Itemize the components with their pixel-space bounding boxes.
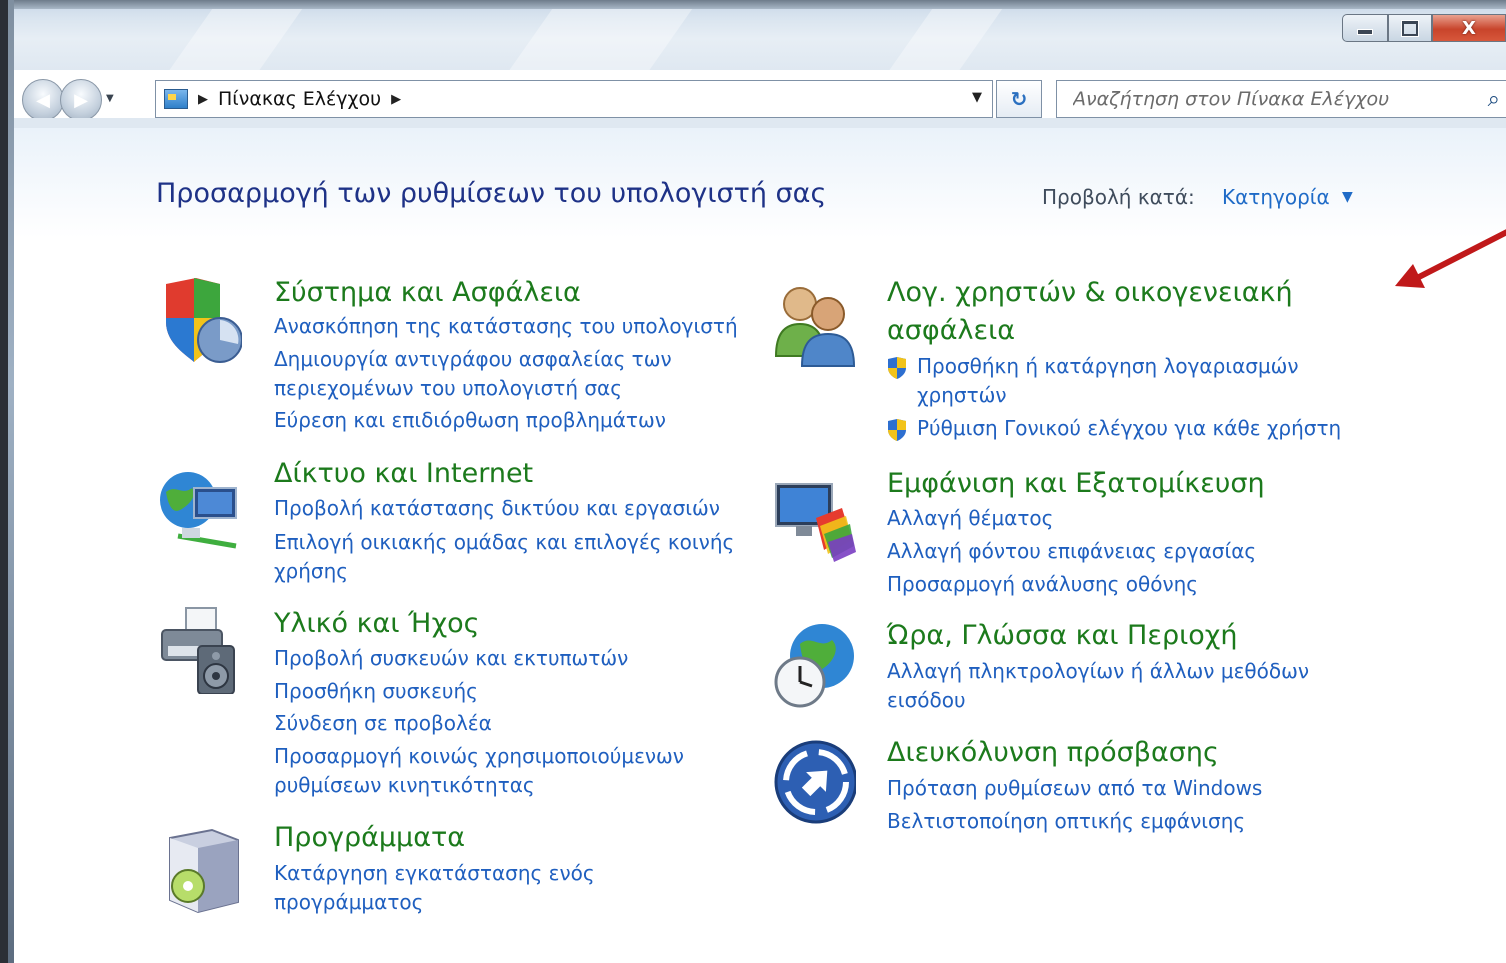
- back-arrow-icon: ◀: [36, 89, 50, 111]
- link-change-keyboards[interactable]: Αλλαγή πληκτρολογίων ή άλλων μεθόδων: [887, 659, 1309, 683]
- link-find-fix-problems[interactable]: Εύρεση και επιδιόρθωση προβλημάτων: [274, 408, 666, 432]
- refresh-button[interactable]: ↻: [996, 80, 1042, 118]
- link-let-windows-suggest-settings[interactable]: Πρόταση ρυθμίσεων από τα Windows: [887, 776, 1262, 800]
- chevron-down-icon: ▼: [106, 93, 114, 104]
- uac-shield-icon: [888, 357, 906, 379]
- category-network-internet[interactable]: Δίκτυο και Internet: [274, 458, 533, 489]
- glass-streak: [889, 0, 1009, 70]
- chevron-down-icon[interactable]: ▼: [1342, 189, 1353, 205]
- background-window-strip: [14, 0, 1506, 9]
- programs-box-icon[interactable]: [158, 826, 242, 914]
- search-icon[interactable]: ⌕: [1488, 87, 1500, 112]
- search-box[interactable]: ⌕: [1056, 80, 1506, 118]
- link-homegroup-options[interactable]: χρήσης: [274, 559, 348, 583]
- category-user-accounts[interactable]: Λογ. χρηστών & οικογενειακή: [887, 277, 1293, 308]
- category-ease-of-access[interactable]: Διευκόλυνση πρόσβασης: [887, 737, 1219, 768]
- view-by-label: Προβολή κατά:: [1042, 185, 1195, 209]
- control-panel-icon: [164, 89, 188, 109]
- system-security-shield-icon[interactable]: [158, 278, 242, 366]
- close-icon: X: [1462, 17, 1476, 39]
- address-bar[interactable]: ▶ Πίνακας Ελέγχου ▶ ▼: [155, 80, 993, 118]
- category-programs[interactable]: Προγράμματα: [274, 822, 465, 853]
- category-user-accounts[interactable]: ασφάλεια: [887, 315, 1015, 346]
- close-button[interactable]: X: [1432, 14, 1506, 42]
- link-network-status[interactable]: Προβολή κατάστασης δικτύου και εργασιών: [274, 496, 720, 520]
- link-change-keyboards[interactable]: εισόδου: [887, 688, 966, 712]
- breadcrumb-control-panel[interactable]: Πίνακας Ελέγχου: [218, 88, 381, 110]
- link-change-theme[interactable]: Αλλαγή θέματος: [887, 506, 1053, 530]
- maximize-button[interactable]: [1388, 14, 1432, 42]
- link-review-computer-status[interactable]: Ανασκόπηση της κατάστασης του υπολογιστή: [274, 314, 738, 338]
- forward-button[interactable]: ▶: [60, 79, 102, 121]
- user-accounts-icon[interactable]: [772, 280, 856, 368]
- link-backup-computer[interactable]: Δημιουργία αντιγράφου ασφαλείας των: [274, 347, 672, 371]
- appearance-monitor-icon[interactable]: [772, 478, 856, 566]
- minimize-button[interactable]: [1342, 14, 1388, 42]
- link-adjust-screen-resolution[interactable]: Προσαρμογή ανάλυσης οθόνης: [887, 572, 1198, 596]
- minimize-icon: [1357, 29, 1373, 35]
- printer-speaker-icon[interactable]: [158, 606, 242, 694]
- annotation-arrow: [1395, 229, 1506, 288]
- link-uninstall-program[interactable]: προγράμματος: [274, 890, 423, 914]
- link-uninstall-program[interactable]: Κατάργηση εγκατάστασης ενός: [274, 861, 595, 885]
- title-bar[interactable]: [14, 0, 1506, 70]
- link-add-remove-accounts[interactable]: Προσθήκη ή κατάργηση λογαριασμών: [917, 354, 1299, 378]
- address-history-dropdown[interactable]: ▼: [972, 90, 982, 105]
- link-connect-projector[interactable]: Σύνδεση σε προβολέα: [274, 711, 492, 735]
- uac-shield-icon: [888, 419, 906, 441]
- link-mobility-settings[interactable]: Προσαρμογή κοινώς χρησιμοποιούμενων: [274, 744, 684, 768]
- network-globe-icon[interactable]: [158, 466, 242, 554]
- link-homegroup-options[interactable]: Επιλογή οικιακής ομάδας και επιλογές κοι…: [274, 530, 734, 554]
- link-change-desktop-background[interactable]: Αλλαγή φόντου επιφάνειας εργασίας: [887, 539, 1256, 563]
- link-add-remove-accounts[interactable]: χρηστών: [917, 383, 1007, 407]
- ease-of-access-icon[interactable]: [772, 736, 856, 824]
- refresh-icon: ↻: [1010, 87, 1028, 111]
- category-system-security[interactable]: Σύστημα και Ασφάλεια: [274, 277, 581, 308]
- category-appearance-personalization[interactable]: Εμφάνιση και Εξατομίκευση: [887, 468, 1265, 499]
- forward-arrow-icon: ▶: [74, 89, 88, 111]
- link-backup-computer[interactable]: περιεχομένων του υπολογιστή σας: [274, 376, 622, 400]
- search-input[interactable]: [1071, 81, 1475, 117]
- view-by-dropdown[interactable]: Κατηγορία: [1222, 185, 1330, 209]
- clock-globe-icon[interactable]: [772, 622, 856, 710]
- link-devices-printers[interactable]: Προβολή συσκευών και εκτυπωτών: [274, 646, 628, 670]
- breadcrumb-separator-icon[interactable]: ▶: [198, 92, 208, 107]
- link-mobility-settings[interactable]: ρυθμίσεων κινητικότητας: [274, 773, 535, 797]
- link-parental-controls[interactable]: Ρύθμιση Γονικού ελέγχου για κάθε χρήστη: [917, 416, 1341, 440]
- glass-streak: [509, 0, 699, 70]
- link-add-device[interactable]: Προσθήκη συσκευής: [274, 679, 478, 703]
- breadcrumb-separator-icon[interactable]: ▶: [391, 92, 401, 107]
- category-hardware-sound[interactable]: Υλικό και Ήχος: [274, 608, 480, 639]
- page-title: Προσαρμογή των ρυθμίσεων του υπολογιστή …: [156, 178, 827, 209]
- glass-streak: [169, 0, 309, 70]
- category-clock-language-region[interactable]: Ώρα, Γλώσσα και Περιοχή: [887, 620, 1237, 651]
- caption-buttons: X: [1342, 14, 1506, 44]
- back-button[interactable]: ◀: [22, 79, 64, 121]
- link-optimize-visual-display[interactable]: Βελτιστοποίηση οπτικής εμφάνισης: [887, 809, 1245, 833]
- recent-pages-dropdown[interactable]: ▼: [106, 93, 120, 107]
- window-left-edge: [0, 0, 14, 963]
- maximize-icon: [1401, 19, 1419, 37]
